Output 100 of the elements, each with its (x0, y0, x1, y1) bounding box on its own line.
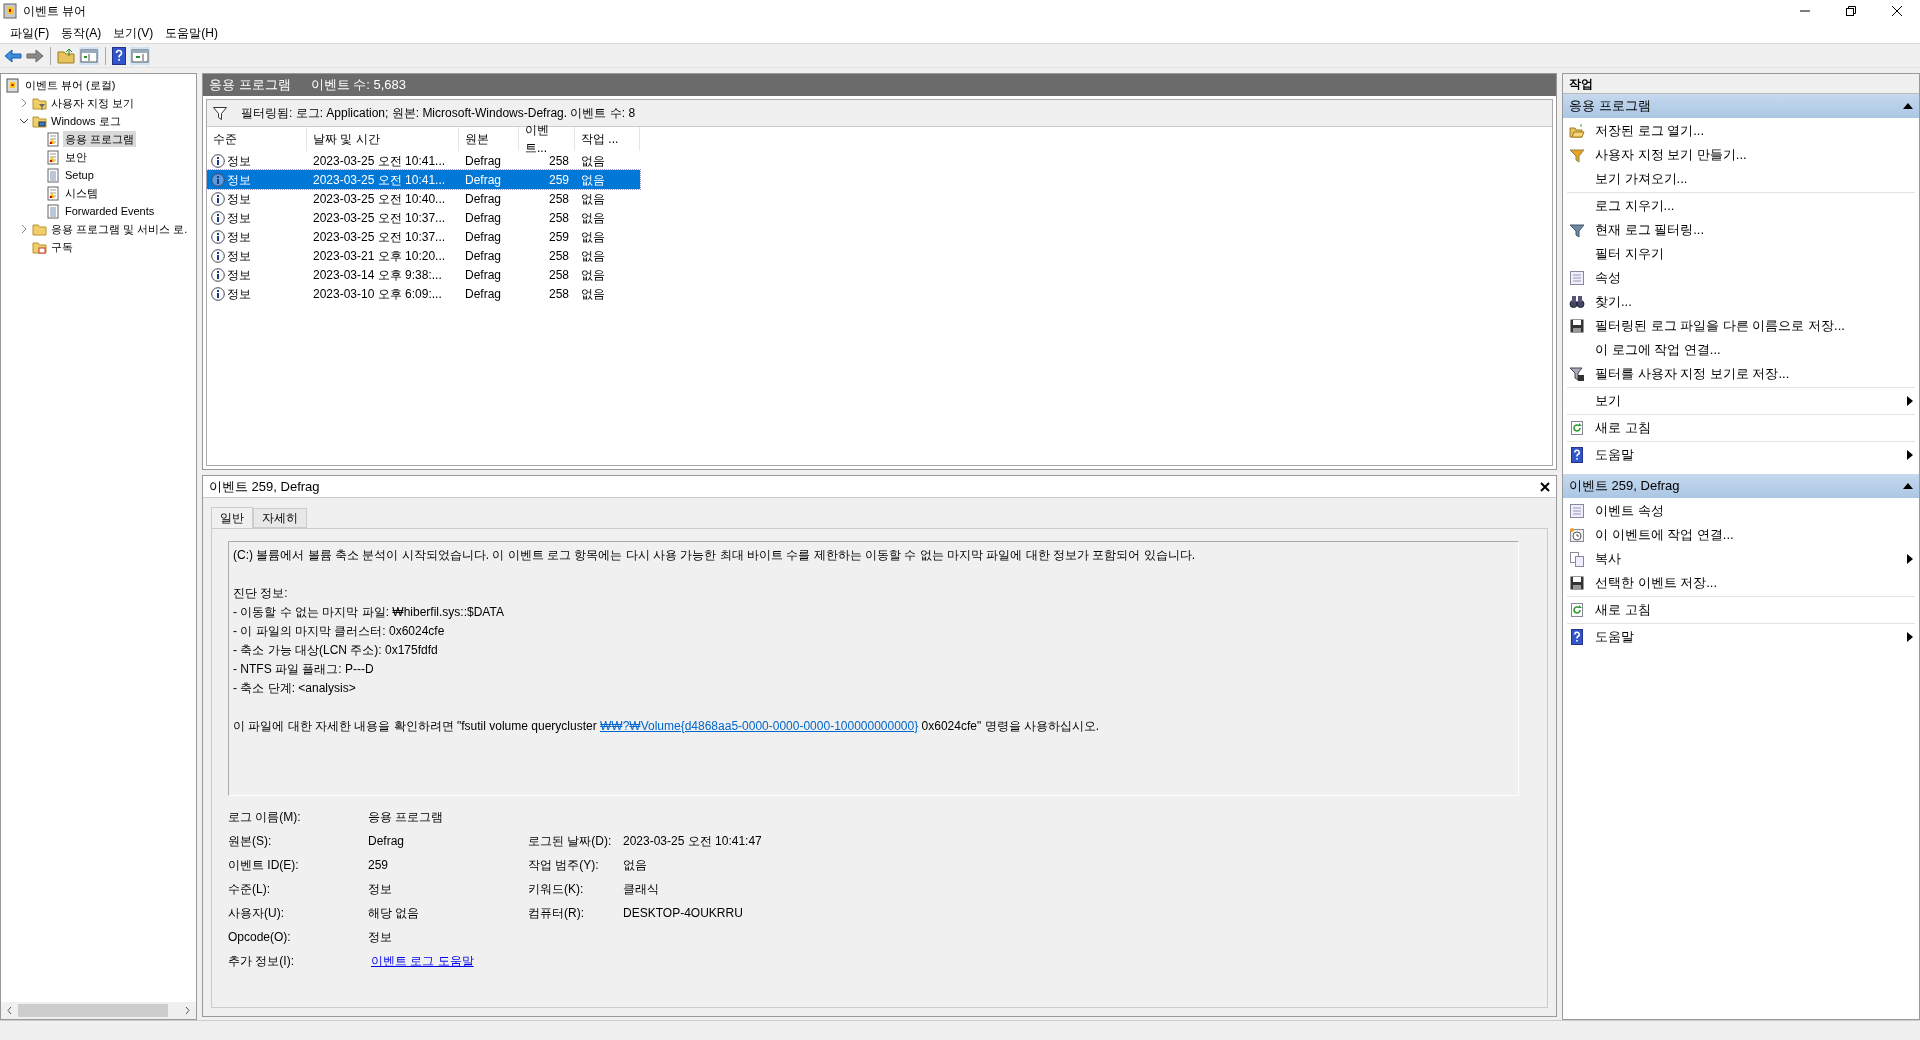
column-header[interactable]: 날짜 및 시간 (307, 127, 459, 151)
action-item[interactable]: 속성 (1595, 268, 1913, 288)
table-cell-text: 2023-03-25 오전 10:37... (312, 228, 447, 246)
field-label: 원본(S): (228, 833, 273, 850)
action-item[interactable]: 보기 (1595, 391, 1907, 411)
column-header[interactable]: 원본 (459, 127, 519, 151)
tree-item[interactable]: 구독 (49, 238, 75, 256)
tree-item[interactable]: 이벤트 뷰어 (로컬) (23, 76, 118, 94)
column-header[interactable]: 이벤트... (519, 127, 575, 151)
tree-item[interactable]: 응용 프로그램 (63, 130, 137, 148)
table-cell-text: 정보 (227, 190, 251, 208)
action-item[interactable]: 선택한 이벤트 저장... (1595, 573, 1913, 593)
field-label: 사용자(U): (228, 905, 285, 922)
table-cell-text: 2023-03-14 오후 9:38:... (312, 266, 443, 284)
table-cell-text: 258 (547, 209, 570, 227)
table-cell-text: Defrag (464, 266, 503, 284)
column-header[interactable]: 수준 (207, 127, 307, 151)
table-cell-text: 정보 (227, 209, 251, 227)
action-item[interactable]: 저장된 로그 열기... (1595, 121, 1913, 141)
action-item[interactable]: 도움말 (1595, 445, 1907, 465)
menu-item[interactable]: 파일(F) (4, 22, 56, 43)
table-row[interactable]: 정보 2023-03-14 오후 9:38:... Defrag 258 없음 (207, 265, 640, 284)
table-cell-text: 정보 (227, 228, 251, 246)
action-item[interactable]: 필터를 사용자 지정 보기로 저장... (1595, 364, 1913, 384)
log-title: 응용 프로그램 (209, 76, 291, 95)
section-title: 이벤트 259, Defrag (1569, 477, 1680, 496)
action-item[interactable]: 이벤트 속성 (1595, 501, 1913, 521)
window-title: 이벤트 뷰어 (23, 3, 87, 20)
tree-item[interactable]: 응용 프로그램 및 서비스 로. (49, 220, 190, 238)
table-cell-text: 258 (547, 190, 570, 208)
table-cell-text: 258 (547, 152, 570, 170)
table-cell-text: Defrag (464, 209, 503, 227)
table-cell-text: Defrag (464, 190, 503, 208)
table-cell-text: Defrag (464, 228, 503, 246)
table-cell-text: 없음 (580, 228, 606, 246)
tree-item[interactable]: 시스템 (63, 184, 100, 202)
action-item[interactable]: 이 이벤트에 작업 연결... (1595, 525, 1913, 545)
menu-item[interactable]: 동작(A) (55, 22, 108, 43)
table-cell-text: 정보 (227, 171, 251, 189)
table-row[interactable]: 정보 2023-03-21 오후 10:20... Defrag 258 없음 (207, 246, 640, 265)
action-item[interactable]: 복사 (1595, 549, 1907, 569)
field-value: 정보 (368, 881, 393, 898)
event-message: (C:) 볼륨에서 볼륨 축소 분석이 시작되었습니다. 이 이벤트 로그 항목에는 다시 사용 가능한 최대 바이트 수를 제한하는 이동할 수 없는 마지막 파일에 대한 정보가 포함되어 있습니다. 진단 정보: - 이동할 수 없는 마지막 파일: ₩hiberfil.sys::$DATA - 이 파일의 마지막 클러스터: 0x6024cfe - 축소 가능 대상(LCN 주소): 0x175fdfd - NTFS 파일 플래그: P---D - 축소 단계: <analysis> 이 파일에 대한 자세한 내용을 확인하려면 "fsutil volume querycluster ₩₩?₩Volume{d4868aa5-0000-0000-0000-100000000000} 0x6024cfe" 명령을 사용하십시오. (228, 541, 1519, 796)
field-value: 정보 (368, 929, 393, 946)
field-label: 키워드(K): (528, 881, 585, 898)
table-cell-text: 2023-03-10 오후 6:09:... (312, 285, 443, 303)
event-count: 이벤트 수: 5,683 (310, 76, 406, 95)
table-row[interactable]: 정보 2023-03-25 오전 10:37... Defrag 258 없음 (207, 208, 640, 227)
table-cell-text: 2023-03-21 오후 10:20... (312, 247, 447, 265)
field-label: Opcode(O): (228, 929, 292, 946)
table-cell-text: Defrag (464, 171, 503, 189)
section-title: 응용 프로그램 (1569, 97, 1651, 116)
tree-item[interactable]: 사용자 지정 보기 (49, 94, 137, 112)
action-item[interactable]: 사용자 지정 보기 만들기... (1595, 145, 1913, 165)
tab[interactable]: 일반 (211, 507, 253, 529)
table-cell-text: Defrag (464, 152, 503, 170)
section-header[interactable]: 응용 프로그램 (1563, 94, 1919, 118)
table-row[interactable]: 정보 2023-03-10 오후 6:09:... Defrag 258 없음 (207, 284, 640, 303)
action-item[interactable]: 새로 고침 (1595, 600, 1913, 620)
table-cell-text: 2023-03-25 오전 10:41... (312, 152, 447, 170)
column-header[interactable]: 작업 ... (575, 127, 640, 151)
event-title: 이벤트 259, Defrag (209, 477, 320, 496)
action-item[interactable]: 필터 지우기 (1595, 244, 1913, 264)
action-item[interactable]: 현재 로그 필터링... (1595, 220, 1913, 240)
tree-item[interactable]: Forwarded Events (63, 202, 157, 220)
field-label: 작업 범주(Y): (528, 857, 600, 874)
table-cell-text: 없음 (580, 190, 606, 208)
action-item[interactable]: 찾기... (1595, 292, 1913, 312)
menu-item[interactable]: 보기(V) (107, 22, 160, 43)
table-cell-text: 259 (547, 228, 570, 246)
table-cell-text: 없음 (580, 285, 606, 303)
table-cell-text: 정보 (227, 247, 251, 265)
field-value: 응용 프로그램 (368, 809, 445, 826)
action-item[interactable]: 필터링된 로그 파일을 다른 이름으로 저장... (1595, 316, 1913, 336)
action-item[interactable]: 이 로그에 작업 연결... (1595, 340, 1913, 360)
menu-item[interactable]: 도움말(H) (159, 22, 224, 43)
action-item[interactable]: 도움말 (1595, 627, 1907, 647)
table-cell-text: Defrag (464, 247, 503, 265)
tab[interactable]: 자세히 (253, 508, 307, 528)
action-item[interactable]: 로그 지우기... (1595, 196, 1913, 216)
action-item[interactable]: 새로 고침 (1595, 418, 1913, 438)
table-cell-text: 258 (547, 266, 570, 284)
section-header[interactable]: 이벤트 259, Defrag (1563, 474, 1919, 498)
field-value: Defrag (368, 833, 406, 850)
field-label: 로그 이름(M): (228, 809, 302, 826)
help-link[interactable]: 이벤트 로그 도움말 (371, 954, 474, 968)
tree-item[interactable]: 보안 (63, 148, 89, 166)
field-label: 수준(L): (228, 881, 271, 898)
table-row[interactable]: 정보 2023-03-25 오전 10:37... Defrag 259 없음 (207, 227, 640, 246)
tree-item[interactable]: Setup (63, 166, 96, 184)
field-value: 259 (368, 857, 390, 874)
table-cell-text: 259 (547, 171, 570, 189)
table-row[interactable]: 정보 2023-03-25 오전 10:41... Defrag 259 없음 (207, 170, 640, 189)
filter-description: 필터링됨: 로그: Application; 원본: Microsoft-Windows-Defrag. 이벤트 수: 8 (241, 105, 636, 122)
path-link[interactable]: ₩₩?₩Volume{d4868aa5-0000-0000-0000-100000000000} (600, 719, 919, 733)
field-label: 로그된 날짜(D): (528, 833, 613, 850)
tree-item[interactable]: Windows 로그 (49, 112, 123, 130)
field-value: 해당 없음 (368, 905, 421, 922)
action-item[interactable]: 보기 가져오기... (1595, 169, 1913, 189)
table-row[interactable]: 정보 2023-03-25 오전 10:40... Defrag 258 없음 (207, 189, 640, 208)
